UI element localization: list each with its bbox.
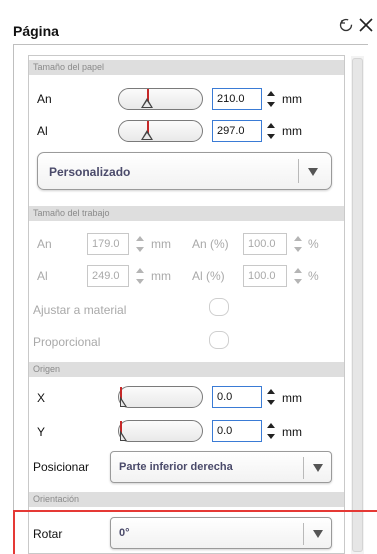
close-icon[interactable]	[359, 18, 373, 32]
paper-height-slider[interactable]	[118, 120, 203, 142]
panel-header: Página	[0, 0, 377, 44]
fit-material-label: Ajustar a material	[33, 303, 127, 317]
vertical-scrollbar[interactable]	[351, 56, 364, 554]
origin-x-unit: mm	[282, 391, 302, 405]
paper-width-spinner[interactable]	[267, 91, 275, 107]
section-origin: Origen	[29, 362, 344, 377]
origin-x-slider[interactable]	[118, 386, 203, 408]
paper-preset-value: Personalizado	[49, 165, 131, 179]
header-icons	[339, 18, 373, 32]
work-width-label: An	[37, 237, 52, 251]
origin-x-input[interactable]: 0.0	[212, 386, 262, 408]
paper-height-input[interactable]: 297.0	[212, 120, 262, 142]
paper-width-slider[interactable]	[118, 88, 203, 110]
paper-height-spinner[interactable]	[267, 123, 275, 139]
work-width-pct-label: An (%)	[192, 237, 229, 251]
dropdown-separator	[298, 159, 299, 183]
paper-preset-dropdown[interactable]: Personalizado	[37, 152, 332, 190]
work-height-pct-label: Al (%)	[192, 269, 225, 283]
work-width-pct-spinner[interactable]	[294, 236, 302, 252]
origin-y-unit: mm	[282, 425, 302, 439]
paper-height-unit: mm	[282, 124, 302, 138]
work-width-spinner[interactable]	[136, 236, 144, 252]
proportional-label: Proporcional	[33, 335, 101, 349]
origin-y-spinner[interactable]	[267, 423, 275, 439]
section-orientation: Orientación	[29, 492, 344, 507]
dropdown-separator	[303, 457, 304, 479]
slider-handle[interactable]	[141, 130, 153, 140]
panel-title: Página	[13, 23, 59, 39]
work-height-input[interactable]: 249.0	[87, 265, 129, 287]
origin-y-label: Y	[37, 425, 46, 439]
work-height-label: Al	[37, 269, 48, 283]
paper-width-unit: mm	[282, 92, 302, 106]
work-height-spinner[interactable]	[136, 268, 144, 284]
work-width-unit: mm	[151, 237, 171, 251]
chevron-down-icon	[313, 464, 323, 472]
work-height-pct-input[interactable]: 100.0	[243, 265, 287, 287]
proportional-toggle[interactable]	[209, 331, 229, 349]
work-height-pct-spinner[interactable]	[294, 268, 302, 284]
origin-x-spinner[interactable]	[267, 389, 275, 405]
work-width-input[interactable]: 179.0	[87, 233, 129, 255]
paper-width-input[interactable]: 210.0	[212, 88, 262, 110]
slider-handle[interactable]	[120, 396, 127, 407]
work-height-unit: mm	[151, 269, 171, 283]
position-value: Parte inferior derecha	[119, 461, 233, 473]
position-dropdown[interactable]: Parte inferior derecha	[110, 451, 332, 483]
position-label: Posicionar	[33, 460, 90, 474]
origin-y-slider[interactable]	[118, 420, 203, 442]
chevron-down-icon	[308, 168, 318, 176]
scrollbar-thumb[interactable]	[352, 58, 363, 552]
origin-y-input[interactable]: 0.0	[212, 420, 262, 442]
paper-width-label: An	[37, 92, 52, 106]
section-work-size: Tamaño del trabajo	[29, 206, 344, 221]
fit-material-toggle[interactable]	[209, 298, 229, 316]
slider-handle[interactable]	[120, 430, 127, 441]
slider-handle[interactable]	[141, 98, 153, 108]
origin-x-label: X	[37, 391, 46, 405]
work-width-pct-input[interactable]: 100.0	[243, 233, 287, 255]
work-height-pct-unit: %	[308, 269, 319, 283]
section-paper-size: Tamaño del papel	[29, 60, 344, 75]
paper-height-label: Al	[37, 124, 48, 138]
reset-icon[interactable]	[339, 18, 353, 32]
highlight-box	[13, 510, 377, 554]
work-width-pct-unit: %	[308, 237, 319, 251]
